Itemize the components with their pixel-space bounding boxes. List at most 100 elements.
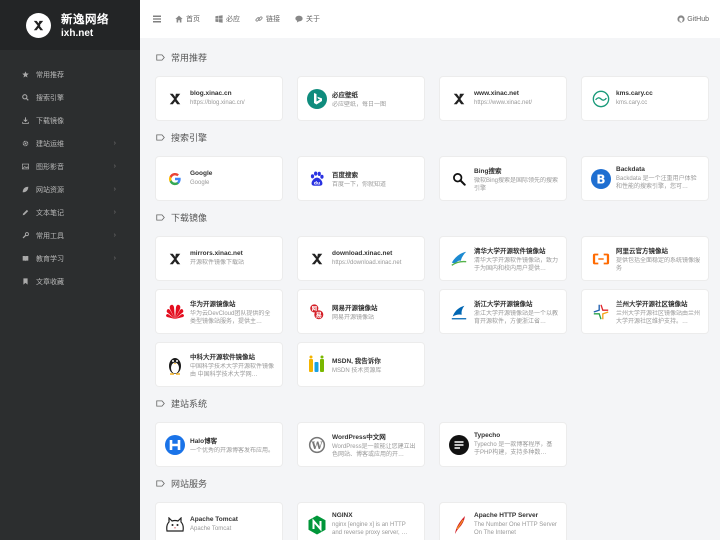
card-title: blog.xinac.cn	[190, 90, 232, 97]
sidebar-item-label: 常用推荐	[36, 71, 64, 79]
site-card[interactable]: Apache Tomcat Apache Tomcat	[156, 503, 282, 540]
zju-icon	[449, 302, 469, 322]
site-card[interactable]: www.xinac.net https://www.xinac.net/	[440, 77, 566, 120]
sidebar-item-label: 图形影音	[36, 163, 64, 171]
wrench-icon	[22, 232, 29, 239]
card-title: Halo博客	[190, 437, 218, 445]
backdata-icon: B	[591, 168, 611, 189]
sidebar-item-search-engines[interactable]: 搜索引擎	[0, 86, 140, 109]
top-nav-links[interactable]: 链接	[255, 14, 280, 24]
sidebar-item-recommended[interactable]: 常用推荐	[0, 63, 140, 86]
main-content: 常用推荐 blog.xinac.cn https://blog.xinac.cn/…	[140, 38, 720, 540]
site-card[interactable]: Apache HTTP Server The Number One HTTP Se…	[440, 503, 566, 540]
svg-text:W: W	[310, 440, 323, 451]
site-card[interactable]: 清华大学开源软件镜像站 清华大学开源软件镜像站，致力于为国内和校内用户提供…	[440, 237, 566, 280]
tag-icon	[156, 399, 165, 407]
card-title: 兰州大学开源社区镜像站	[616, 300, 688, 308]
star-icon	[22, 71, 29, 78]
top-nav-about[interactable]: 关于	[295, 14, 320, 24]
card-title: 中科大开源软件镜像站	[190, 353, 255, 361]
tag-icon	[156, 213, 165, 221]
sidebar-item-tools[interactable]: 常用工具 ›	[0, 224, 140, 247]
site-card[interactable]: Typecho Typecho 是一款博客程序，基于PHP构建，支持多种数…	[440, 423, 566, 466]
card-title: 网易开源镜像站	[332, 304, 378, 312]
sidebar-item-education[interactable]: 教育学习 ›	[0, 247, 140, 270]
sidebar-item-media[interactable]: 图形影音 ›	[0, 155, 140, 178]
top-nav-bing[interactable]: 必应	[215, 14, 240, 24]
site-card[interactable]: B Backdata Backdata 是一个注重用户体验和性能的搜索引擎，您可…	[582, 157, 708, 200]
chevron-right-icon: ›	[113, 232, 116, 239]
card-title: Typecho	[474, 432, 501, 439]
card-desc: nginx [engine x] is an HTTP and reverse …	[332, 522, 408, 536]
xinac-logo-icon	[165, 249, 185, 269]
site-card[interactable]: 必应壁纸 必应壁纸，每日一图	[298, 77, 424, 120]
card-desc: 中国科学技术大学开源软件镜像由 中国科学技术大学网…	[190, 363, 274, 378]
site-card[interactable]: 兰州大学开源社区镜像站 兰州大学开源社区镜像站由兰州大学开源社区维护支持。…	[582, 290, 708, 333]
card-title: Apache Tomcat	[190, 516, 238, 523]
site-card[interactable]: Google Google	[156, 157, 282, 200]
sidebar-item-mirrors[interactable]: 下载镜像	[0, 109, 140, 132]
pencil-icon	[22, 209, 29, 216]
section-title-recommended: 常用推荐	[156, 52, 720, 63]
chat-icon	[295, 15, 303, 23]
menu-toggle-icon[interactable]	[153, 15, 161, 23]
bing-search-icon	[449, 169, 469, 189]
kms-logo-icon	[591, 89, 611, 109]
site-card[interactable]: du 百度搜索 百度一下，你就知道	[298, 157, 424, 200]
card-desc: 浙江大学开源镜像站是一个以教育开源软件，方便浙江省…	[474, 310, 558, 325]
site-card[interactable]: Bing搜索 微软Bing搜索是国际领先的搜索引擎	[440, 157, 566, 200]
msdn-icon	[307, 355, 327, 375]
card-desc: 百度一下，你就知道	[332, 181, 387, 188]
github-link[interactable]: GitHub	[677, 15, 709, 23]
top-nav-home[interactable]: 首页	[175, 14, 200, 24]
site-card[interactable]: 中科大开源软件镜像站中国科学技术大学开源软件镜像由 中国科学技术大学网…	[156, 343, 282, 386]
wordpress-icon: W	[307, 435, 327, 455]
sidebar-item-label: 文本笔记	[36, 209, 64, 217]
site-card[interactable]: 浙江大学开源镜像站 浙江大学开源镜像站是一个以教育开源软件，方便浙江省…	[440, 290, 566, 333]
card-desc: 必应壁纸，每日一图	[332, 101, 387, 108]
sidebar-item-label: 建站运维	[36, 140, 64, 148]
card-desc: https://www.xinac.net/	[474, 100, 533, 106]
card-grid-recommended: blog.xinac.cn https://blog.xinac.cn/ 必应壁纸…	[156, 77, 720, 120]
sidebar-item-notes[interactable]: 文本笔记 ›	[0, 201, 140, 224]
search-icon	[22, 94, 29, 101]
top-nav-label: 链接	[266, 16, 280, 23]
card-grid-cms: Halo博客 一个优秀的开源博客发布应用。 W WordPress中文网 WordP…	[156, 423, 720, 466]
site-card[interactable]: download.xinac.net https://download.xinac…	[298, 237, 424, 280]
brand[interactable]: 新逸网络 ixh.net	[0, 0, 140, 50]
sidebar-item-label: 搜索引擎	[36, 94, 64, 102]
sidebar-nav: 常用推荐 搜索引擎 下载镜像 建站运维 › 图形影音 › 网站资源 › 文本笔记	[0, 63, 140, 293]
card-title: Backdata	[616, 166, 645, 173]
site-card[interactable]: NGINX nginx [engine x] is an HTTP and rev…	[298, 503, 424, 540]
section-title-web-services: 网站服务	[156, 478, 720, 489]
site-card[interactable]: 华为开源镜像站 华为云DevCloud团队提供的全类型镜像站服务，提供主…	[156, 290, 282, 333]
windows-icon	[215, 15, 223, 23]
card-desc: Google	[190, 180, 210, 186]
card-desc: WordPress是一款能让您建立出色网站、博客或应用的开…	[332, 443, 416, 458]
section-title-mirrors: 下载镜像	[156, 212, 720, 223]
sidebar-item-site-ops[interactable]: 建站运维 ›	[0, 132, 140, 155]
chevron-right-icon: ›	[113, 163, 116, 170]
sidebar-item-label: 文章收藏	[36, 278, 64, 286]
site-card[interactable]: mirrors.xinac.net 开源软件镜像下载站	[156, 237, 282, 280]
sidebar-item-web-resources[interactable]: 网站资源 ›	[0, 178, 140, 201]
site-card[interactable]: W WordPress中文网 WordPress是一款能让您建立出色网站、博客或应…	[298, 423, 424, 466]
card-desc: Backdata 是一个注重用户体验和性能的搜索引擎，您可…	[616, 176, 697, 190]
site-card[interactable]: blog.xinac.cn https://blog.xinac.cn/	[156, 77, 282, 120]
site-card[interactable]: MSDN, 我告诉你 MSDN 技术资源库	[298, 343, 424, 386]
card-desc: https://blog.xinac.cn/	[190, 100, 245, 106]
card-title: mirrors.xinac.net	[190, 250, 243, 257]
card-grid-web-services: Apache Tomcat Apache Tomcat NGINX nginx [e…	[156, 503, 720, 540]
site-card[interactable]: kms.cary.cc kms.cary.cc	[582, 77, 708, 120]
card-title: 清华大学开源软件镜像站	[474, 247, 546, 255]
aliyun-icon	[591, 249, 611, 269]
sidebar-item-articles[interactable]: 文章收藏	[0, 270, 140, 293]
image-icon	[22, 163, 29, 170]
site-card[interactable]: Halo博客 一个优秀的开源博客发布应用。	[156, 423, 282, 466]
book-icon	[22, 256, 29, 262]
chevron-right-icon: ›	[113, 255, 116, 262]
chevron-right-icon: ›	[113, 186, 116, 193]
site-card[interactable]: 阿里云官方镜像站 提供包括全面稳定的系统镜像服务	[582, 237, 708, 280]
site-card[interactable]: 网易 网易开源镜像站 网易开源镜像站	[298, 290, 424, 333]
card-desc: 提供包括全面稳定的系统镜像服务	[616, 257, 700, 272]
